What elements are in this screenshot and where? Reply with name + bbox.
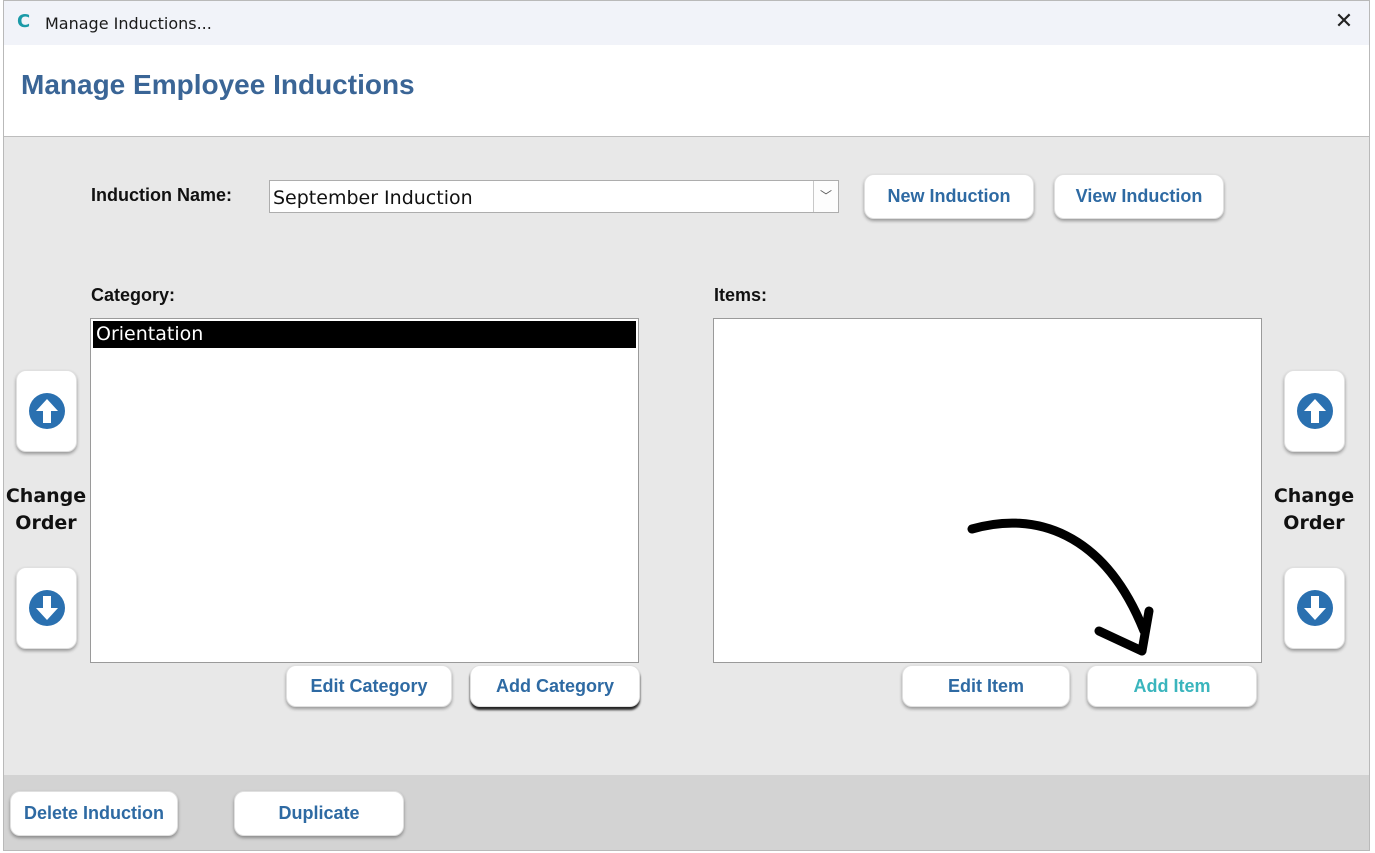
category-label: Category: — [91, 285, 176, 305]
manage-inductions-window: C Manage Inductions... ✕ Manage Employee… — [3, 0, 1370, 851]
induction-name-label: Induction Name: — [91, 185, 233, 205]
category-list[interactable]: Orientation — [90, 318, 639, 663]
page-title: Manage Employee Inductions — [21, 69, 415, 100]
add-category-button[interactable]: Add Category — [470, 665, 640, 707]
view-induction-button[interactable]: View Induction — [1054, 174, 1224, 219]
left-change-order-line1: Change — [5, 485, 87, 507]
right-move-down-button[interactable] — [1284, 567, 1345, 649]
arrow-up-circle-icon — [29, 393, 65, 429]
title-bar: C Manage Inductions... ✕ — [4, 1, 1369, 45]
footer-band: Delete Induction Duplicate — [4, 775, 1369, 850]
arrow-down-circle-icon — [29, 590, 65, 626]
induction-name-value: September Induction — [273, 187, 473, 209]
curved-arrow-annotation-icon — [967, 518, 1154, 656]
left-change-order-line2: Order — [15, 512, 77, 534]
header-band: Manage Employee Inductions — [4, 45, 1369, 137]
left-change-order-label: Change Order — [4, 483, 88, 537]
right-change-order-line1: Change — [1273, 485, 1355, 507]
items-label: Items: — [714, 285, 768, 305]
window-title: Manage Inductions... — [45, 14, 212, 33]
left-move-down-button[interactable] — [16, 567, 77, 649]
left-move-up-button[interactable] — [16, 370, 77, 452]
duplicate-button[interactable]: Duplicate — [234, 791, 404, 836]
induction-name-dropdown[interactable]: September Induction ﹀ — [269, 180, 839, 213]
right-change-order-line2: Order — [1283, 512, 1345, 534]
list-item[interactable]: Orientation — [93, 321, 636, 348]
right-change-order-label: Change Order — [1272, 483, 1356, 537]
close-icon[interactable]: ✕ — [1329, 7, 1359, 37]
chevron-down-icon[interactable]: ﹀ — [813, 181, 838, 212]
right-move-up-button[interactable] — [1284, 370, 1345, 452]
arrow-up-circle-icon — [1297, 393, 1333, 429]
delete-induction-button[interactable]: Delete Induction — [10, 791, 178, 836]
edit-item-button[interactable]: Edit Item — [902, 665, 1070, 707]
arrow-down-circle-icon — [1297, 590, 1333, 626]
app-logo-icon: C — [17, 11, 31, 32]
new-induction-button[interactable]: New Induction — [864, 174, 1034, 219]
add-item-button[interactable]: Add Item — [1087, 665, 1257, 707]
edit-category-button[interactable]: Edit Category — [286, 665, 452, 707]
